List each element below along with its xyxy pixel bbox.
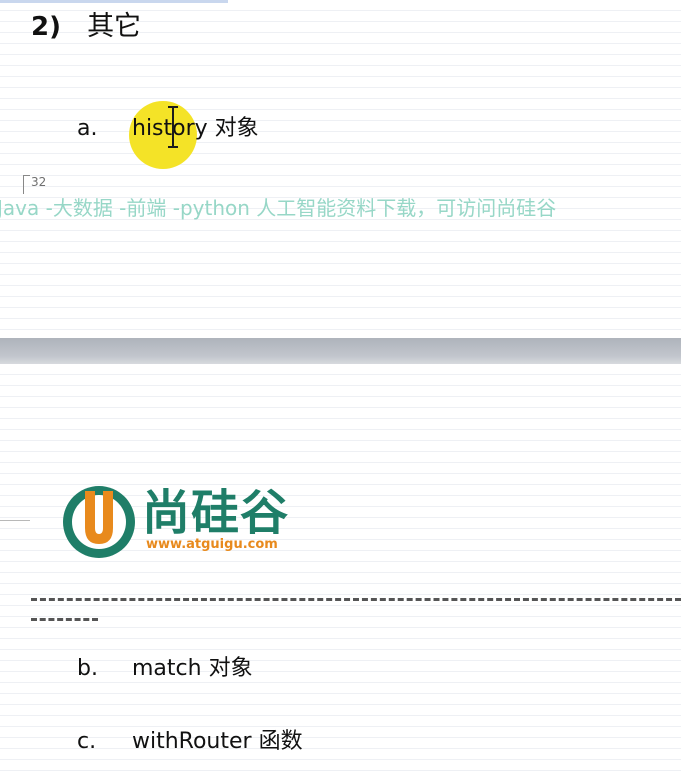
dashed-separator-short: [31, 618, 98, 621]
list-item-match: b. match 对象: [77, 654, 253, 684]
u-logo-icon: [63, 486, 135, 558]
section-heading: 2) 其它: [31, 10, 141, 44]
dashed-separator: [31, 598, 681, 601]
text-cursor-icon: [168, 106, 178, 148]
document-page-top: 2) 其它 a. history 对象 32 Java -大数据 -前端 -py…: [0, 0, 681, 338]
list-item-history: a. history 对象: [77, 114, 259, 144]
page-corner-mark: [23, 175, 30, 194]
list-item-withrouter: c. withRouter 函数: [77, 727, 303, 757]
list-marker: c.: [77, 729, 97, 754]
page-number: 32: [31, 175, 47, 189]
section-number: 2): [31, 12, 61, 42]
list-item-text: withRouter 函数: [132, 729, 303, 754]
list-item-text: match 对象: [132, 656, 253, 681]
atguigu-logo: 尚硅谷 www.atguigu.com: [60, 481, 320, 563]
document-page-bottom: [0, 364, 681, 781]
list-marker: b.: [77, 656, 98, 681]
watermark-text: Java -大数据 -前端 -python 人工智能资料下载，可访问尚硅谷: [0, 196, 557, 220]
list-item-text: history 对象: [132, 116, 259, 141]
logo-url-text: www.atguigu.com: [146, 537, 278, 552]
left-margin-rule: [0, 520, 30, 521]
logo-brand-text: 尚硅谷: [142, 485, 290, 541]
top-accent-line: [0, 0, 228, 3]
page-separator: [0, 338, 681, 364]
section-title: 其它: [87, 11, 142, 42]
list-marker: a.: [77, 116, 98, 141]
